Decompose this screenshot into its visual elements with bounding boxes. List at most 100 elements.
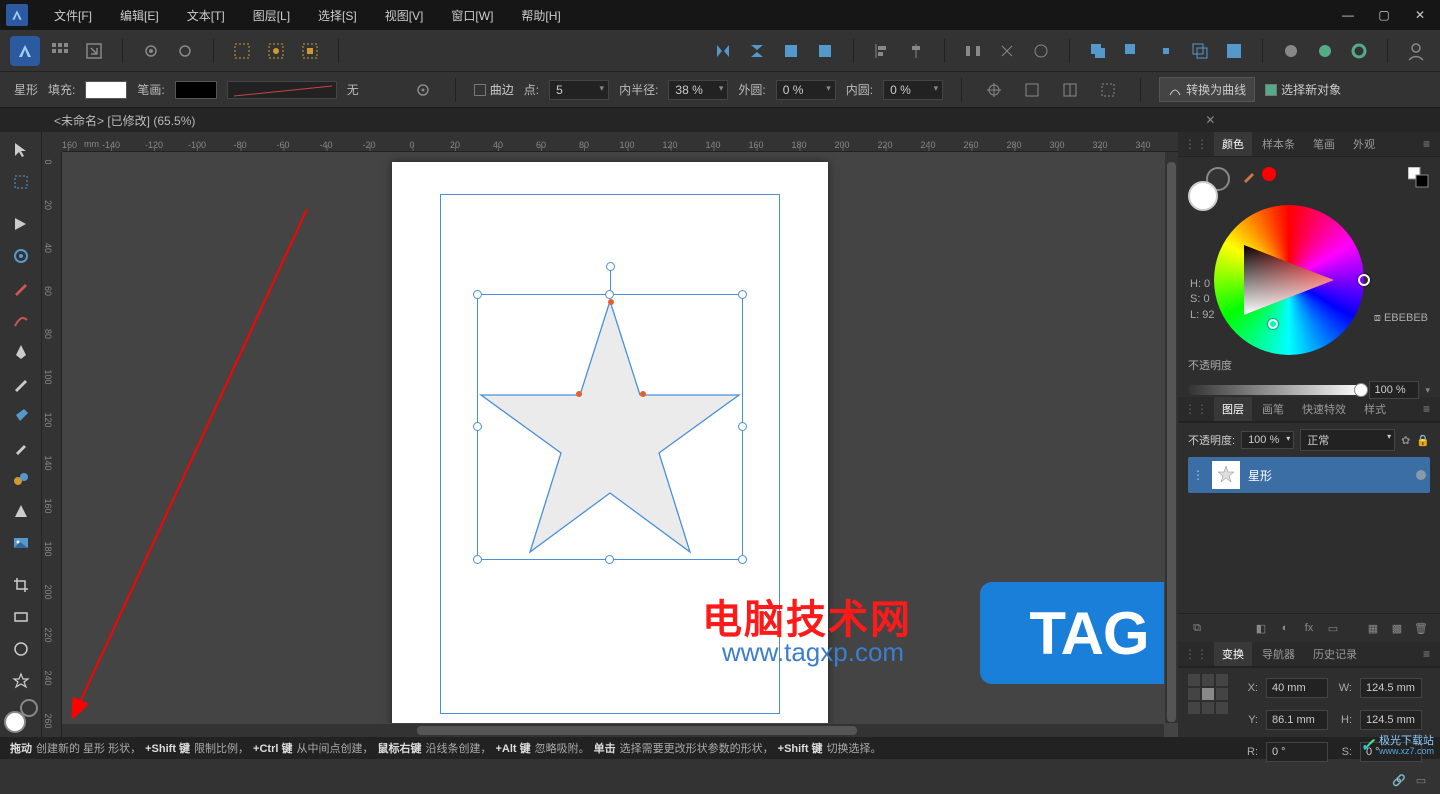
fill-tool-icon[interactable]	[6, 466, 36, 494]
hsl-triangle[interactable]	[1234, 225, 1344, 335]
snap2-icon[interactable]	[1027, 37, 1055, 65]
tab-history[interactable]: 历史记录	[1305, 642, 1365, 666]
boolean-add-icon[interactable]	[1084, 37, 1112, 65]
menu-edit[interactable]: 编辑[E]	[106, 1, 173, 30]
app-icon[interactable]	[10, 36, 40, 66]
snap-origin-icon[interactable]	[980, 76, 1008, 104]
tab-color[interactable]: 颜色	[1214, 132, 1252, 156]
snap-icon[interactable]	[993, 37, 1021, 65]
rotate-ccw-icon[interactable]	[777, 37, 805, 65]
tab-brushes[interactable]: 画笔	[1254, 397, 1292, 421]
layers-panel-menu-icon[interactable]: ≡	[1419, 400, 1434, 418]
brush-tool-icon[interactable]	[6, 306, 36, 334]
snap-key-icon[interactable]	[1056, 76, 1084, 104]
menu-view[interactable]: 视图[V]	[371, 1, 438, 30]
convert-to-curve-button[interactable]: 转换为曲线	[1159, 77, 1255, 102]
opacity-input[interactable]	[1369, 381, 1419, 399]
curve-checkbox[interactable]: 曲边	[474, 81, 514, 98]
layer-lock-icon[interactable]: 🔒	[1416, 434, 1430, 447]
transparency-tool-icon[interactable]	[6, 497, 36, 525]
tab-layers[interactable]: 图层	[1214, 397, 1252, 421]
selection-handle-n[interactable]	[605, 290, 614, 299]
selection-handle-e[interactable]	[738, 422, 747, 431]
tab-styles[interactable]: 样式	[1356, 397, 1394, 421]
gear2-icon[interactable]	[171, 37, 199, 65]
default-swatches[interactable]	[1408, 167, 1430, 189]
canvas-viewport[interactable]: 电脑技术网 www.tagxp.com TAG	[62, 152, 1164, 723]
opacity-slider[interactable]	[1188, 385, 1363, 395]
grid-icon[interactable]	[46, 37, 74, 65]
marquee2-icon[interactable]	[262, 37, 290, 65]
gear-context-icon[interactable]	[409, 76, 437, 104]
transform-h-input[interactable]	[1360, 710, 1422, 730]
boolean-div-icon[interactable]	[1220, 37, 1248, 65]
ruler-vertical[interactable]: 020406080100120140160180200220240260280	[42, 152, 62, 737]
boolean-sub-icon[interactable]	[1118, 37, 1146, 65]
transform-w-input[interactable]	[1360, 678, 1422, 698]
star-node-inner-left[interactable]	[576, 391, 582, 397]
corner-tool-icon[interactable]	[6, 242, 36, 270]
rotate-cw-icon[interactable]	[811, 37, 839, 65]
tab-appearance[interactable]: 外观	[1345, 132, 1383, 156]
selection-handle-w[interactable]	[473, 422, 482, 431]
stroke-preview[interactable]	[227, 81, 337, 99]
layer-opacity-dropdown[interactable]: 100 %	[1241, 431, 1294, 449]
maximize-button[interactable]: ▢	[1370, 4, 1398, 26]
artboard-tool-icon[interactable]	[6, 168, 36, 196]
align-left-icon[interactable]	[868, 37, 896, 65]
menu-window[interactable]: 窗口[W]	[437, 1, 507, 30]
edit-tool-icon[interactable]	[6, 370, 36, 398]
star-node-inner-right[interactable]	[640, 391, 646, 397]
transform-align-icon[interactable]: ▭	[1412, 772, 1430, 788]
star-node-top[interactable]	[608, 299, 614, 305]
selection-handle-s[interactable]	[605, 555, 614, 564]
tab-swatches[interactable]: 样本条	[1254, 132, 1303, 156]
snap-bounds-icon[interactable]	[1018, 76, 1046, 104]
node-tool-icon[interactable]	[6, 210, 36, 238]
layer-folder-icon[interactable]: ▭	[1324, 620, 1342, 636]
paint-tool-icon[interactable]	[6, 402, 36, 430]
inner-radius-dropdown[interactable]: 38 %	[668, 80, 728, 100]
align-center-icon[interactable]	[902, 37, 930, 65]
crop-tool-icon[interactable]	[6, 571, 36, 599]
rectangle-tool-icon[interactable]	[6, 603, 36, 631]
menu-file[interactable]: 文件[F]	[40, 1, 106, 30]
menu-select[interactable]: 选择[S]	[304, 1, 371, 30]
transform-y-input[interactable]	[1266, 710, 1328, 730]
ruler-corner[interactable]	[42, 132, 62, 152]
outer-circle-dropdown[interactable]: 0 %	[776, 80, 836, 100]
vertical-scrollbar-thumb[interactable]	[1167, 162, 1176, 722]
fill-swatch[interactable]	[85, 81, 127, 99]
move-tool-icon[interactable]	[6, 136, 36, 164]
vertical-scrollbar[interactable]	[1165, 152, 1178, 723]
layer-copy-icon[interactable]: ⧉	[1188, 620, 1206, 636]
hsl-color-wheel[interactable]	[1214, 205, 1364, 355]
hue-handle[interactable]	[1358, 274, 1370, 286]
anchor-selector[interactable]	[1188, 674, 1228, 714]
tab-navigator[interactable]: 导航器	[1254, 642, 1303, 666]
layer-pixel-icon[interactable]: ▩	[1388, 620, 1406, 636]
menu-help[interactable]: 帮助[H]	[507, 1, 574, 30]
layer-visibility-icon[interactable]	[1416, 470, 1426, 480]
insert2-icon[interactable]	[1311, 37, 1339, 65]
transform-x-input[interactable]	[1266, 678, 1328, 698]
tab-stroke[interactable]: 笔画	[1305, 132, 1343, 156]
layer-item-star[interactable]: ⋮ 星形	[1188, 457, 1430, 493]
layer-settings-icon[interactable]: ✿	[1401, 434, 1410, 447]
layer-mask-icon[interactable]: ◧	[1252, 620, 1270, 636]
color-swatch-circles[interactable]	[1188, 167, 1232, 211]
insert1-icon[interactable]	[1277, 37, 1305, 65]
selection-handle-ne[interactable]	[738, 290, 747, 299]
boolean-int-icon[interactable]	[1152, 37, 1180, 65]
select-new-checkbox[interactable]: 选择新对象	[1265, 81, 1341, 98]
snap-geo-icon[interactable]	[1094, 76, 1122, 104]
pen-tool-icon[interactable]	[6, 338, 36, 366]
minimize-button[interactable]: —	[1334, 4, 1362, 26]
selection-handle-se[interactable]	[738, 555, 747, 564]
place-tool-icon[interactable]	[6, 529, 36, 557]
pencil-tool-icon[interactable]	[6, 274, 36, 302]
marquee1-icon[interactable]	[228, 37, 256, 65]
blend-mode-dropdown[interactable]: 正常	[1300, 429, 1395, 451]
sat-light-handle[interactable]	[1268, 319, 1278, 329]
transform-r-input[interactable]	[1266, 742, 1328, 762]
